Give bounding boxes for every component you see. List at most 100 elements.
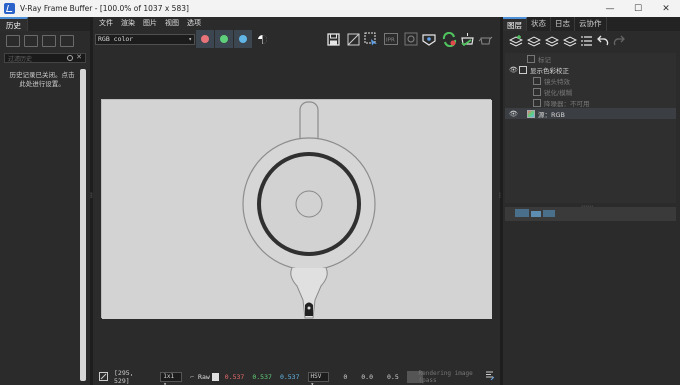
history-tab-row: 历史	[0, 17, 90, 31]
layer-item-display-correction[interactable]: 👁 显示色彩校正	[505, 64, 676, 75]
sharpen-layer-icon	[533, 87, 541, 96]
layer-label: 锐化/模糊	[544, 88, 573, 97]
frame-buffer-main: 文件 渲染 图片 视图 选项 RGB color ▾ IPR ⋮ ⋮ [295,…	[89, 17, 503, 385]
green-dot-icon	[220, 35, 228, 43]
clear-image-icon[interactable]	[345, 31, 361, 47]
close-button[interactable]: ✕	[652, 0, 680, 17]
menu-bar: 文件 渲染 图片 视图 选项	[93, 17, 500, 29]
layer-tree: 标记 👁 显示色彩校正 镜头特效 锐化/模糊 降噪器：不可用 👁 源：RGB	[505, 53, 676, 203]
color-swatch	[211, 372, 219, 381]
layer-item-stamp[interactable]: 标记	[505, 53, 676, 64]
maximize-button[interactable]: ☐	[624, 0, 652, 17]
layer-label: 降噪器：不可用	[544, 99, 590, 108]
teapot-render-icon[interactable]	[477, 31, 493, 47]
eye-icon[interactable]: 👁	[509, 110, 518, 118]
clear-search-icon[interactable]: ✕	[76, 53, 82, 61]
layer-item-source-rgb[interactable]: 👁 源：RGB	[505, 108, 676, 119]
blue-channel-button[interactable]	[234, 30, 252, 48]
log-icon[interactable]	[485, 371, 495, 382]
raw-label: Raw	[198, 372, 210, 381]
eye-icon[interactable]: 👁	[509, 66, 518, 74]
layer-item-denoiser[interactable]: 降噪器：不可用	[505, 97, 676, 108]
red-dot-icon	[201, 35, 209, 43]
layer-item-sharpen-blur[interactable]: 锐化/模糊	[505, 86, 676, 97]
green-channel-button[interactable]	[215, 30, 233, 48]
blue-dot-icon	[239, 35, 247, 43]
compare-ab-icon[interactable]	[24, 35, 38, 47]
layer-item-lens-effects[interactable]: 镜头特效	[505, 75, 676, 86]
red-channel-button[interactable]	[196, 30, 214, 48]
save-layers-icon[interactable]	[545, 35, 559, 47]
search-icon	[67, 55, 73, 61]
tab-history[interactable]: 历史	[0, 17, 28, 31]
minimize-button[interactable]: —	[596, 0, 624, 17]
layers-panel: 图层 状态 日志 云协作 标记 👁 显示色彩校正 镜头特效 锐化/模糊 降噪器：…	[503, 17, 680, 385]
layer-label: 源：RGB	[538, 110, 566, 119]
render-status-message: Rendering image (pass	[418, 369, 473, 384]
layer-list-icon[interactable]	[581, 35, 593, 47]
green-value: 0.537	[252, 372, 272, 381]
color-picker-icon[interactable]: ⌐	[190, 373, 194, 381]
menu-options[interactable]: 选项	[187, 18, 201, 28]
delete-layer-icon[interactable]	[527, 35, 541, 47]
tab-log[interactable]: 日志	[551, 17, 575, 31]
add-layer-icon[interactable]	[509, 35, 523, 47]
menu-render[interactable]: 渲染	[121, 18, 135, 28]
main-toolbar: RGB color ▾ IPR	[93, 29, 500, 49]
colorspace-select[interactable]: HSV ▾	[307, 371, 330, 385]
teapot-render-image	[102, 100, 492, 319]
pixel-info-icon[interactable]	[99, 372, 108, 381]
window-title: V-Ray Frame Buffer - [100.0% of 1037 x 5…	[20, 4, 189, 13]
menu-image[interactable]: 图片	[143, 18, 157, 28]
red-value: 0.537	[224, 372, 245, 381]
color-correction-icon	[519, 65, 527, 74]
history-search-input[interactable]: 过滤历史 ✕	[4, 53, 86, 63]
load-history-icon[interactable]	[42, 35, 56, 47]
chevron-down-icon: ▾	[188, 35, 192, 43]
denoise-icon[interactable]: IPR	[383, 31, 399, 47]
channel-select[interactable]: RGB color ▾	[95, 33, 195, 45]
region-render-icon[interactable]	[363, 31, 379, 47]
channel-select-value: RGB color	[98, 34, 134, 43]
start-interactive-render-icon[interactable]	[441, 31, 457, 47]
save-image-icon[interactable]	[325, 31, 341, 47]
blue-value: 0.537	[279, 372, 300, 381]
lens-effects-layer-icon	[533, 76, 541, 85]
load-layers-icon[interactable]	[563, 35, 577, 47]
menu-view[interactable]: 视图	[165, 18, 179, 28]
title-bar: V-Ray Frame Buffer - [100.0% of 1037 x 5…	[0, 0, 680, 17]
layer-label: 显示色彩校正	[530, 66, 569, 75]
vray-app-icon	[4, 3, 15, 14]
delete-history-icon[interactable]	[60, 35, 74, 47]
menu-file[interactable]: 文件	[99, 18, 113, 28]
layer-properties-panel	[505, 207, 676, 221]
value-value: 0.5	[387, 372, 399, 381]
center-left-splitter[interactable]: ⋮	[89, 192, 95, 199]
redo-icon[interactable]	[613, 35, 625, 47]
right-tab-row: 图层 状态 日志 云协作	[503, 17, 680, 31]
render-viewport[interactable]	[101, 99, 492, 319]
tab-cloud[interactable]: 云协作	[575, 17, 607, 31]
hue-value: 0	[343, 372, 348, 381]
save-history-icon[interactable]	[6, 35, 20, 47]
pixel-coordinates: [295, 529]	[114, 368, 134, 385]
rgb-source-icon	[527, 109, 535, 118]
history-panel: 历史 过滤历史 ✕ 历史记录已关闭。点击此处进行设置。 ⋮	[0, 17, 94, 385]
layers-toolbar	[503, 31, 680, 51]
history-disabled-message[interactable]: 历史记录已关闭。点击此处进行设置。	[8, 71, 76, 89]
layer-stamp-icon	[527, 54, 535, 63]
undo-icon[interactable]	[597, 35, 609, 47]
zoom-select[interactable]: 1x1 ▾	[160, 371, 183, 385]
lens-effects-icon[interactable]	[403, 31, 419, 47]
colorspace-value: HSV	[310, 372, 322, 380]
svg-text:IPR: IPR	[386, 38, 395, 44]
layer-label: 标记	[538, 55, 551, 64]
tab-layers[interactable]: 图层	[503, 17, 527, 31]
layer-label: 镜头特效	[544, 77, 570, 86]
tab-stats[interactable]: 状态	[527, 17, 551, 31]
render-icon[interactable]	[459, 31, 475, 47]
alpha-icon	[257, 34, 267, 44]
alpha-channel-button[interactable]	[253, 30, 271, 48]
history-scrollbar[interactable]	[80, 69, 86, 381]
track-mouse-icon[interactable]	[421, 31, 437, 47]
